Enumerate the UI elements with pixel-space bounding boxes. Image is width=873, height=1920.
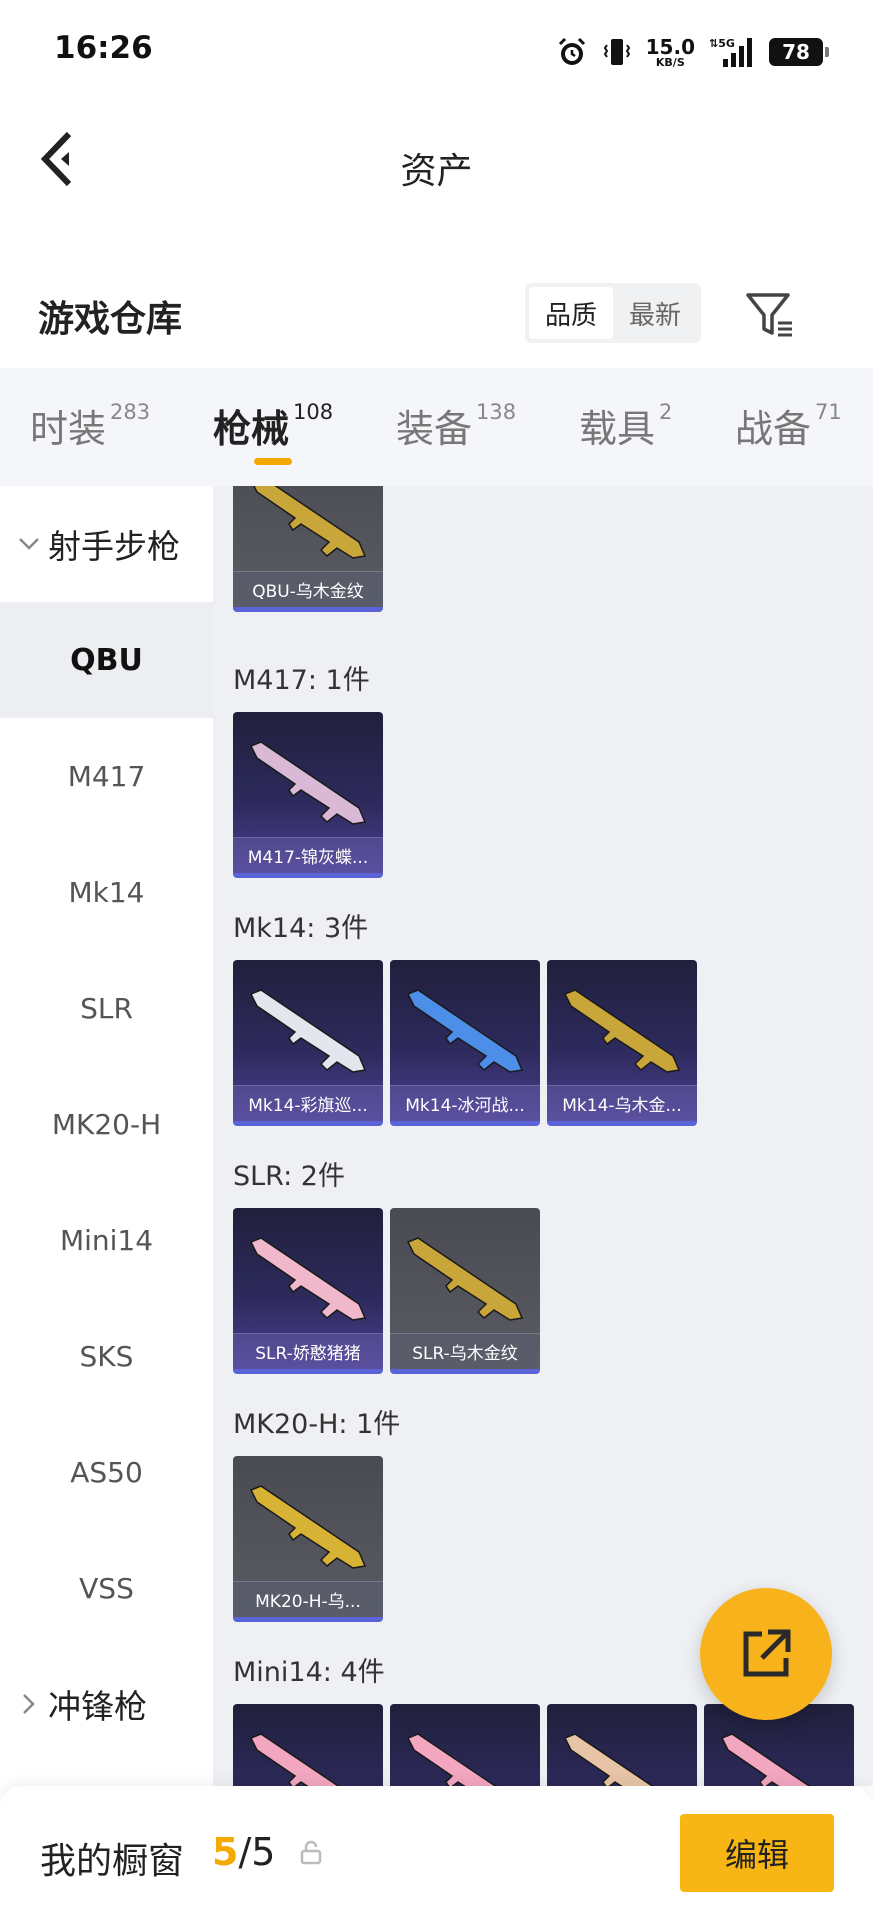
item-name: Mk14-冰河战... [390, 1085, 540, 1121]
lock-icon [300, 1840, 322, 1865]
weapon-sidebar: 射手步枪 QBU M417 Mk14 SLR MK20-H Mini14 SKS… [0, 486, 213, 1786]
filter-button[interactable] [740, 284, 800, 344]
top-bar: 资产 [0, 100, 873, 230]
group-title-mk14: Mk14: 3件 [233, 913, 369, 944]
tab-count: 138 [476, 400, 517, 424]
item-name: QBU-乌木金纹 [233, 571, 383, 607]
item-card[interactable]: Mk14-冰河战... [390, 960, 540, 1126]
svg-text:⇅5G: ⇅5G [709, 37, 735, 50]
tab-count: 108 [293, 400, 334, 424]
showcase-bar: 我的橱窗 5/5 编辑 [0, 1786, 873, 1920]
rifle-icon [249, 1485, 367, 1569]
tab-count: 2 [659, 400, 673, 424]
rifle-icon [253, 486, 367, 559]
category-tabs: 时装 283 枪械 108 装备 138 载具 2 战备 71 [0, 368, 873, 486]
group-title-m417: M417: 1件 [233, 665, 370, 696]
status-time: 16:26 [54, 30, 153, 66]
sort-toggle: 品质 最新 [525, 283, 701, 343]
section-title: 游戏仓库 [38, 299, 183, 340]
tab-fashion[interactable]: 时装 283 [30, 398, 150, 453]
tab-firearms[interactable]: 枪械 108 [213, 398, 333, 453]
sidebar-item-as50[interactable]: AS50 [0, 1414, 213, 1530]
item-card[interactable]: MK20-H-乌... [233, 1456, 383, 1622]
share-fab-button[interactable] [700, 1588, 832, 1720]
sidebar-item-vss[interactable]: VSS [0, 1530, 213, 1646]
sidebar-group-label: 射手步枪 [48, 527, 180, 566]
item-card[interactable] [233, 1704, 383, 1786]
sidebar-group-smg[interactable]: 冲锋枪 [0, 1646, 213, 1762]
item-name: Mk14-彩旗巡... [233, 1085, 383, 1121]
tab-label: 时装 [30, 407, 107, 451]
showcase-total: /5 [238, 1830, 276, 1874]
rifle-icon [249, 741, 367, 825]
edit-button[interactable]: 编辑 [680, 1814, 834, 1892]
network-speed: 15.0 KB/S [646, 37, 695, 68]
section-header: 游戏仓库 品质 最新 [0, 270, 873, 360]
signal-5g-icon: ⇅5G [709, 37, 752, 67]
rifle-icon [249, 989, 367, 1073]
tab-supplies[interactable]: 战备 71 [735, 398, 842, 453]
item-name: MK20-H-乌... [233, 1581, 383, 1617]
rifle-icon [720, 1733, 811, 1786]
status-bar: 16:26 15.0 KB/S ⇅5G 78 [0, 0, 873, 100]
item-card[interactable]: SLR-乌木金纹 [390, 1208, 540, 1374]
rifle-icon [406, 1237, 524, 1321]
item-name: Mk14-乌木金... [547, 1085, 697, 1121]
rifle-icon [406, 989, 524, 1073]
item-card[interactable] [390, 1704, 540, 1786]
sidebar-item-m417[interactable]: M417 [0, 718, 213, 834]
chevron-down-icon [14, 537, 44, 551]
rifle-icon [563, 989, 681, 1073]
item-name: SLR-乌木金纹 [390, 1333, 540, 1369]
tab-equipment[interactable]: 装备 138 [396, 398, 516, 453]
sort-option-quality[interactable]: 品质 [529, 287, 613, 339]
item-card[interactable]: SLR-娇憨猪猪 [233, 1208, 383, 1374]
sidebar-item-mk20h[interactable]: MK20-H [0, 1066, 213, 1182]
sidebar-item-sks[interactable]: SKS [0, 1298, 213, 1414]
tab-label: 装备 [396, 407, 473, 451]
item-name: M417-锦灰蝶... [233, 837, 383, 873]
status-icons: 15.0 KB/S ⇅5G 78 [556, 30, 829, 74]
showcase-current: 5 [212, 1830, 239, 1874]
item-card[interactable]: Mk14-乌木金... [547, 960, 697, 1126]
tab-count: 71 [815, 400, 842, 424]
sidebar-item-mini14[interactable]: Mini14 [0, 1182, 213, 1298]
tab-label: 枪械 [213, 407, 290, 451]
tab-vehicles[interactable]: 载具 2 [579, 398, 672, 453]
group-title-mk20h: MK20-H: 1件 [233, 1409, 401, 1440]
speed-value: 15.0 [645, 34, 695, 59]
rifle-icon [249, 1237, 367, 1321]
vibrate-icon [603, 39, 630, 65]
chevron-right-icon [14, 1693, 44, 1715]
item-card[interactable] [547, 1704, 697, 1786]
item-card[interactable]: M417-锦灰蝶... [233, 712, 383, 878]
group-title-mini14: Mini14: 4件 [233, 1657, 385, 1688]
share-external-icon [743, 1629, 791, 1677]
sort-option-newest[interactable]: 最新 [613, 287, 697, 339]
item-card[interactable]: QBU-乌木金纹 [233, 486, 383, 612]
sidebar-item-mk14[interactable]: Mk14 [0, 834, 213, 950]
showcase-label: 我的橱窗 [40, 1841, 185, 1882]
tab-label: 载具 [579, 407, 656, 451]
rifle-icon [563, 1733, 654, 1786]
alarm-icon [558, 37, 585, 65]
sidebar-item-qbu[interactable]: QBU [0, 602, 213, 718]
sidebar-group-label: 冲锋枪 [48, 1687, 147, 1726]
rifle-icon [249, 1733, 340, 1786]
sidebar-group-marksman-rifles[interactable]: 射手步枪 [0, 486, 213, 602]
tab-label: 战备 [735, 407, 812, 451]
tab-count: 283 [110, 400, 151, 424]
active-tab-indicator [254, 458, 292, 465]
filter-icon [746, 293, 792, 337]
speed-unit: KB/S [655, 55, 685, 69]
item-name: SLR-娇憨猪猪 [233, 1333, 383, 1369]
battery-indicator: 78 [769, 38, 829, 66]
page-title: 资产 [400, 151, 473, 192]
sidebar-item-slr[interactable]: SLR [0, 950, 213, 1066]
item-card[interactable]: Mk14-彩旗巡... [233, 960, 383, 1126]
showcase-count: 5/5 [212, 1830, 275, 1874]
rifle-icon [406, 1733, 497, 1786]
group-title-slr: SLR: 2件 [233, 1161, 345, 1192]
